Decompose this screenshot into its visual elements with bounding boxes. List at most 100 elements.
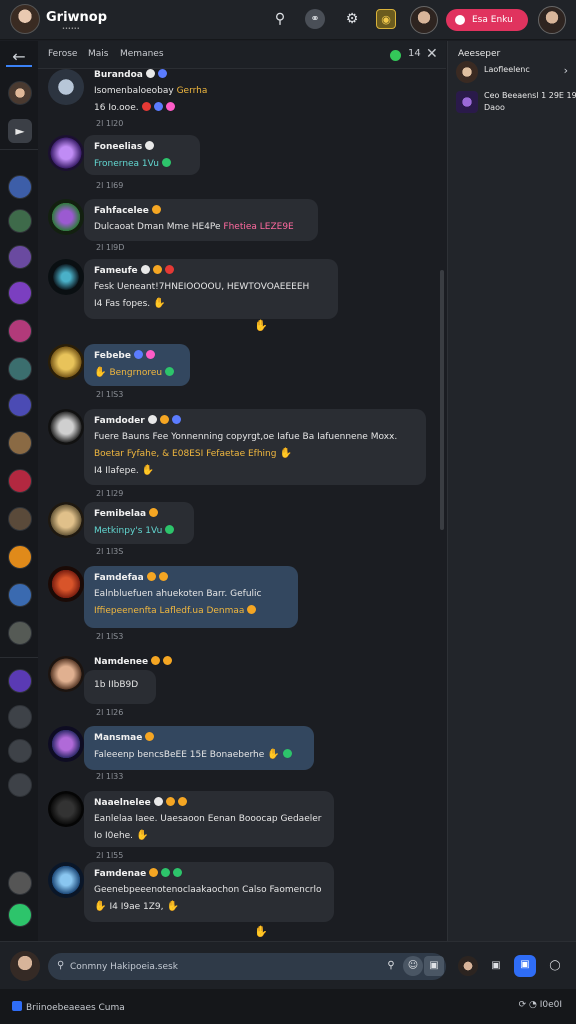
rail-divider (0, 149, 38, 150)
message-body: 1b IIbB9D (84, 670, 156, 704)
avatar (456, 91, 478, 113)
panel-title: Aeeseper (458, 49, 501, 59)
rail-server[interactable] (8, 81, 32, 105)
reaction-icon[interactable]: ✋ (254, 925, 268, 938)
rail-server[interactable] (8, 507, 32, 531)
chat-icon[interactable]: ► (8, 119, 32, 143)
rail-server[interactable] (8, 393, 32, 417)
rail-server[interactable] (8, 431, 32, 455)
timestamp: 2l 1l20 (96, 119, 124, 128)
settings-icon[interactable]: ◯ (545, 956, 565, 976)
avatar[interactable] (48, 791, 84, 827)
tab-ferose[interactable]: Ferose (48, 49, 77, 59)
app-subtitle: •••••• (62, 26, 80, 32)
timestamp: 2l 1l33 (96, 772, 124, 781)
emoji-icon[interactable]: ☺ (403, 956, 423, 976)
record-icon (455, 15, 465, 25)
app-avatar[interactable] (10, 4, 40, 34)
message-text: Ealnbluefuen ahuekoten Barr. Gefulic (94, 589, 262, 599)
author-name: Femibelaa (94, 508, 184, 519)
profile-avatar[interactable] (538, 6, 566, 34)
message-meta: 16 Io.ooe. (94, 102, 207, 113)
avatar[interactable] (48, 862, 84, 898)
message-feed[interactable]: Burandoa Isomenbaloeobay Gerrha 16 Io.oo… (38, 69, 438, 939)
author-name: Namdenee (94, 656, 173, 667)
rail-server[interactable] (8, 583, 32, 607)
rail-server[interactable] (8, 281, 32, 305)
notifications-icon[interactable]: ◉ (376, 9, 396, 29)
message-body: Foneelias Fronernea 1Vu (84, 135, 200, 175)
message-text: Faleeenp bencsBeEE 15E Bonaeberhe ✋ (94, 749, 304, 760)
message-body: Mansmae Faleeenp bencsBeEE 15E Bonaeberh… (84, 726, 314, 770)
top-bar: Griwnop •••••• ⚲ ⚭ ⚙ ◉ Esa Enku (0, 0, 576, 40)
settings-icon[interactable]: ⚙ (342, 9, 362, 29)
avatar[interactable] (48, 344, 84, 380)
author-name: Famdefaa (94, 572, 288, 583)
close-icon[interactable]: ✕ (426, 46, 438, 62)
image-icon[interactable]: ▣ (424, 956, 444, 976)
avatar[interactable] (48, 69, 84, 105)
message-body: Femibelaa Metkinpy's 1Vu (84, 502, 194, 544)
author-name: Foneelias (94, 141, 190, 152)
message-text: Fronernea 1Vu (94, 158, 190, 169)
chat-header: Ferose Mais Memanes 14 ✕ (38, 41, 446, 69)
save-button[interactable]: ▣ (514, 955, 536, 977)
avatar[interactable] (48, 656, 84, 692)
status-indicators: ⟳ ◔ I0e0I (518, 1000, 562, 1010)
rail-server[interactable] (8, 621, 32, 645)
timestamp: 2l 1l55 (96, 851, 124, 860)
message-text: 1b IIbB9D (94, 680, 139, 690)
avatar[interactable] (48, 502, 84, 538)
globe-icon[interactable]: ⚭ (305, 9, 325, 29)
message-body: Fameufe Fesk Ueneant!7HNEIOOOOU, HEWTOVO… (84, 259, 338, 319)
live-button-label: Esa Enku (472, 15, 513, 25)
search-icon: ⚲ (57, 960, 65, 971)
rail-server[interactable] (8, 903, 32, 927)
message-text: Dulcaoat Dman Mme HE4Pe Fhetiea LEZE9E (94, 222, 294, 232)
rail-server[interactable] (8, 669, 32, 693)
avatar[interactable] (48, 135, 84, 171)
rail-server[interactable] (8, 871, 32, 895)
avatar (456, 61, 478, 83)
user-avatar[interactable] (458, 956, 478, 976)
rail-server[interactable] (8, 705, 32, 729)
avatar[interactable] (48, 409, 84, 445)
panel-item[interactable]: Laofleelenc › (456, 59, 570, 85)
self-avatar[interactable] (10, 951, 40, 981)
avatar[interactable] (48, 726, 84, 762)
author-name: Famdenae (94, 868, 324, 879)
rail-server[interactable] (8, 319, 32, 343)
rail-server[interactable] (8, 773, 32, 797)
tab-memanes[interactable]: Memanes (120, 49, 164, 59)
feed-scrollbar[interactable] (440, 270, 444, 530)
tab-mais[interactable]: Mais (88, 49, 108, 59)
rail-server[interactable] (8, 245, 32, 269)
live-button[interactable]: Esa Enku (446, 9, 528, 31)
rail-server[interactable] (8, 209, 32, 233)
avatar[interactable] (48, 259, 84, 295)
panel-item[interactable]: Ceo Beeaensl 1 29E 19 Daoo (456, 89, 576, 115)
gallery-icon[interactable]: ▣ (486, 956, 506, 976)
author-name: Mansmae (94, 732, 304, 743)
rail-server[interactable] (8, 545, 32, 569)
search-icon[interactable]: ⚲ (381, 956, 401, 976)
message-text: Eanlelaa Iaee. Uaesaoon Eenan Booocap Ge… (94, 814, 322, 824)
back-arrow-icon[interactable]: ← (6, 47, 32, 67)
message-text: Boetar Fyfahe, & E08ESI Fefaetae Efhing ✋ (94, 448, 292, 459)
rail-server[interactable] (8, 469, 32, 493)
rail-server[interactable] (8, 357, 32, 381)
avatar[interactable] (48, 199, 84, 235)
user-avatar[interactable] (410, 6, 438, 34)
chevron-right-icon: › (563, 64, 568, 77)
app-title: Griwnop (46, 10, 108, 25)
search-icon[interactable]: ⚲ (270, 9, 290, 29)
reaction-icon[interactable]: ✋ (254, 319, 268, 332)
status-bar: Briinoebeaeaes Cuma ⟳ ◔ I0e0I (0, 989, 576, 1024)
timestamp: 2l 1l9D (96, 243, 125, 252)
panel-item-label: Ceo Beeaensl 1 29E 19 (484, 91, 576, 100)
avatar[interactable] (48, 566, 84, 602)
composer: ⚲ ⚲ ☺ ▣ ▣ ▣ ◯ (0, 941, 576, 989)
message-body: Burandoa Isomenbaloeobay Gerrha 16 Io.oo… (84, 69, 217, 119)
rail-server[interactable] (8, 739, 32, 763)
rail-server[interactable] (8, 175, 32, 199)
